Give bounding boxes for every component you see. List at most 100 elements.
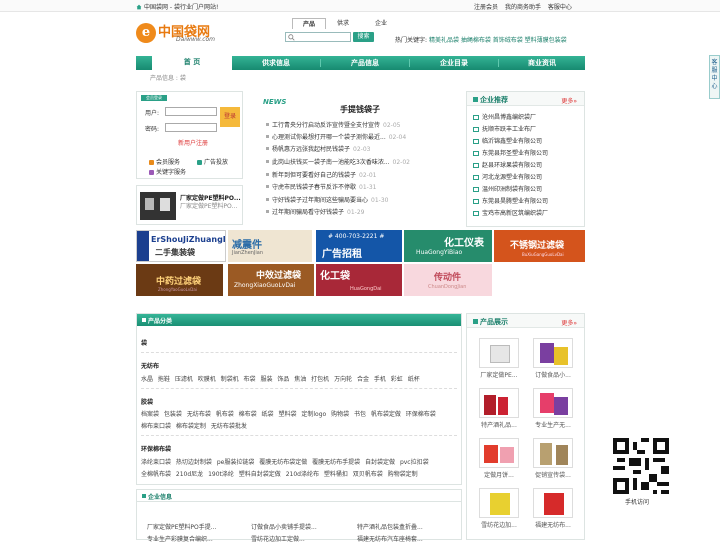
product-card[interactable]: 促销宣传袋...	[531, 438, 575, 479]
login-button[interactable]: 登录	[220, 107, 240, 127]
company-item[interactable]: 东莞县邦圣塑业有限公司	[473, 148, 548, 157]
news-item[interactable]: 过年期间骗局看守好钱袋子 01-29	[266, 207, 364, 216]
product-card[interactable]: 专业生产无...	[531, 388, 575, 429]
company-item[interactable]: 赵县环球果袋有限公司	[473, 160, 542, 169]
section-icon	[473, 97, 478, 102]
password-input[interactable]	[165, 123, 217, 132]
keyword-service-link[interactable]: 关键字服务	[149, 167, 186, 176]
banner-text: HuaGongYiBiao	[416, 249, 463, 256]
banner-ad[interactable]: 不锈钢过滤袋 BuXiuGangGuoLvDai	[494, 230, 585, 262]
company-info-item[interactable]: 福建无纺布汽车座椅套...	[357, 534, 423, 543]
hot-keywords: 热门关键字: 精美礼品袋 抽绳棉布袋 首饰绒布袋 塑料薄膜包装袋	[395, 35, 567, 44]
banner-ad[interactable]: 化工袋 HuaGongDai	[316, 264, 402, 296]
qr-code	[613, 438, 669, 494]
site-logo[interactable]: e 中国袋网 Daiwww.com	[136, 20, 226, 46]
username-input[interactable]	[165, 107, 217, 116]
company-item[interactable]: 临沂锦鑫塑业有限公司	[473, 136, 542, 145]
member-service-link[interactable]: 会员服务	[149, 157, 180, 166]
company-info-title: 企业信息	[148, 494, 173, 501]
category-items[interactable]: 棉布束口袋 棉布袋定制 无纺布袋批发	[141, 421, 247, 430]
business-assistant-link[interactable]: 我的商务助手	[505, 4, 541, 11]
news-item[interactable]: 守好钱袋子过年期间这些骗局要当心 01-30	[266, 195, 388, 204]
product-card[interactable]: 厂家定做PE...	[477, 338, 521, 379]
nav-news[interactable]: 商业资讯	[499, 56, 585, 70]
category-items[interactable]: 涤纶束口袋 热切边封制袋 pe服装拉链袋 覆膜无纺布袋定做 覆膜无纺布手提袋 自…	[141, 457, 429, 466]
news-item[interactable]: 守虎市民钱袋子春节反诈不停歇 01-31	[266, 182, 376, 191]
search-button[interactable]: 搜索	[353, 32, 374, 42]
news-badge: NEWS	[263, 98, 287, 106]
recommended-more-link[interactable]: 更多»	[561, 96, 577, 105]
banner-text: HuaGongDai	[350, 286, 382, 292]
search-tab-product[interactable]: 产品	[292, 18, 326, 29]
category-items[interactable]: 全棉帆布袋 210d尼龙 190t涤纶 塑料自封袋定做 210d涤纶布 塑料桶扣…	[141, 469, 418, 478]
nav-companies[interactable]: 企业目录	[410, 56, 498, 70]
company-icon	[473, 187, 479, 192]
news-headline[interactable]: 手提钱袋子	[340, 104, 380, 115]
banner-ad[interactable]: 中药过滤袋 ZhongYaoGuoLvDai	[136, 264, 223, 296]
featured-ad[interactable]: 厂家定做PE塑料PO... 厂家定做PE塑料PO...	[136, 185, 243, 225]
company-icon	[473, 163, 479, 168]
login-panel: 会员登录 用户: 密码: 登录 新用户注册 会员服务 广告投放 关键字服务	[136, 91, 243, 179]
banner-ad[interactable]: ErShouJiZhuangD 二手集装袋	[136, 230, 226, 262]
company-item[interactable]: 宝鸡市高新区筑编织袋厂	[473, 208, 548, 217]
product-card[interactable]: 福建无纺布...	[531, 488, 575, 529]
company-info-item[interactable]: 特产酒礼品包装盒折叠...	[357, 522, 423, 531]
news-item[interactable]: 此岗山扶钱买一袋子南一池能吃3次香味浓... 02-02	[266, 157, 410, 166]
product-card[interactable]: 定做月饼...	[477, 438, 521, 479]
company-item[interactable]: 温州印洲制袋有限公司	[473, 184, 542, 193]
news-item[interactable]: 杨帆惠方远张我起村民钱袋子 02-03	[266, 144, 370, 153]
products-more-link[interactable]: 更多»	[561, 318, 577, 327]
search-tab-supply[interactable]: 供求	[330, 18, 356, 29]
customer-service-tab[interactable]: 客服中心	[709, 55, 720, 99]
category-heading[interactable]: 无纺布	[141, 361, 159, 370]
ad-service-link[interactable]: 广告投放	[197, 157, 228, 166]
banner-ad[interactable]: 减震件 JianZhenJian	[228, 230, 312, 262]
news-item[interactable]: 心理测试你最想打开哪一个袋子测你最近... 02-04	[266, 132, 406, 141]
company-item[interactable]: 沧州昌博鑫编织袋厂	[473, 112, 536, 121]
product-card[interactable]: 雪纺花边加...	[477, 488, 521, 529]
company-icon	[473, 211, 479, 216]
news-panel: NEWS 手提钱袋子 工行青央分行启动反诈宣传暨全支付宣传 02-05 心理测试你…	[258, 91, 462, 227]
hot-keywords-list[interactable]: 精美礼品袋 抽绳棉布袋 首饰绒布袋 塑料薄膜包装袋	[429, 37, 567, 44]
news-item[interactable]: 工行青央分行启动反诈宣传暨全支付宣传 02-05	[266, 120, 400, 129]
search-tab-company[interactable]: 企业	[368, 18, 394, 29]
category-heading[interactable]: 袋	[141, 338, 147, 347]
member-service-label: 会员服务	[156, 159, 181, 166]
banner-ad[interactable]: 传动件 ChuanDongJian	[404, 264, 492, 296]
banner-text: 化工袋	[320, 271, 350, 282]
banner-ad[interactable]: 化工仪表 HuaGongYiBiao	[404, 230, 492, 262]
nav-products[interactable]: 产品信息	[321, 56, 409, 70]
nav-home[interactable]: 首 页	[152, 55, 232, 70]
product-image	[479, 438, 519, 468]
banner-text: # 400-703-2221 #	[328, 233, 385, 240]
banner-text: ChuanDongJian	[428, 284, 467, 290]
category-items[interactable]: 水晶 拖鞋 压滤机 吹膜机 制袋机 布袋 服装 饰品 焦油 打包机 万向轮 合金…	[141, 374, 420, 383]
product-card[interactable]: 订做食品小...	[531, 338, 575, 379]
company-info-item[interactable]: 雪纺花边加工定做...	[251, 534, 305, 543]
register-link[interactable]: 新用户注册	[178, 138, 208, 147]
product-image	[533, 388, 573, 418]
section-icon	[142, 494, 146, 498]
company-info-item[interactable]: 专业生产彩膜复合编织...	[147, 534, 213, 543]
news-item[interactable]: 新年到但可要看好自己的钱袋子 02-01	[266, 170, 376, 179]
company-item[interactable]: 河北龙源塑业有限公司	[473, 172, 542, 181]
company-item[interactable]: 东莞县昊腾塑业有限公司	[473, 196, 548, 205]
category-heading[interactable]: 胶袋	[141, 397, 153, 406]
home-icon[interactable]	[136, 4, 142, 10]
nav-supply[interactable]: 供求信息	[232, 56, 320, 70]
recommended-companies: 企业推荐 更多» 沧州昌博鑫编织袋厂 抚顺市跃丰工业布厂 临沂锦鑫塑业有限公司 …	[466, 91, 585, 227]
qr-label: 手机访问	[625, 499, 650, 506]
register-link[interactable]: 注册会员	[474, 4, 498, 11]
company-info-item[interactable]: 订做食品小卖铺手提袋...	[251, 522, 317, 531]
banner-ad[interactable]: 中效过滤袋 ZhongXiaoGuoLvDai	[228, 264, 314, 296]
category-heading[interactable]: 环保棉布袋	[141, 444, 171, 453]
company-info-item[interactable]: 厂家定做PE塑料PO手提...	[147, 522, 216, 531]
banner-ad[interactable]: # 400-703-2221 # 广告招租	[316, 230, 402, 262]
company-icon	[473, 115, 479, 120]
keyword-service-label: 关键字服务	[156, 169, 187, 176]
customer-service-link[interactable]: 客服中心	[548, 4, 572, 11]
search-input[interactable]	[285, 32, 351, 42]
product-card[interactable]: 特产酒礼品...	[477, 388, 521, 429]
category-items[interactable]: 档案袋 包装袋 无纺布袋 帆布袋 棉布袋 纸袋 塑料袋 定制logo 购物袋 书…	[141, 409, 436, 418]
company-item[interactable]: 抚顺市跃丰工业布厂	[473, 124, 536, 133]
